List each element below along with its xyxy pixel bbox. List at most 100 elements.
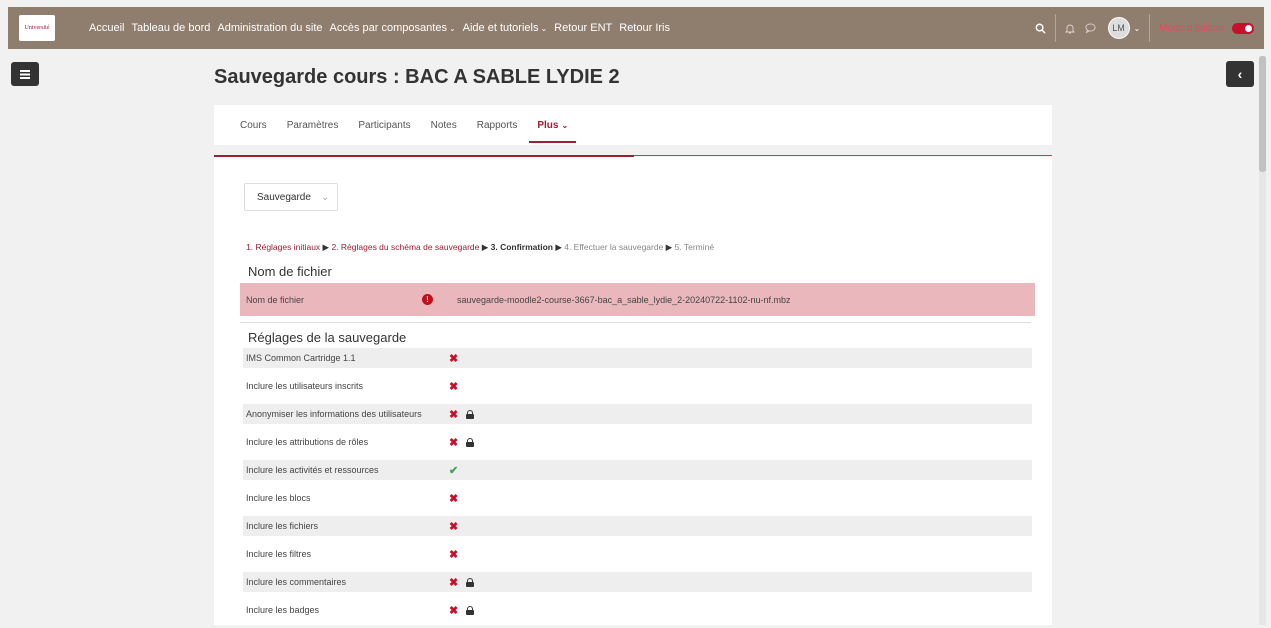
- chevron-down-icon: ⌄: [320, 191, 330, 203]
- setting-row: Inclure les filtres ✖: [243, 544, 1032, 564]
- nav-link[interactable]: Accueil: [89, 22, 124, 34]
- university-logo[interactable]: Université: [19, 15, 55, 41]
- select-value: Sauvegarde: [257, 191, 311, 203]
- nav-link-label: Administration du site: [217, 22, 323, 34]
- setting-value: ✔: [449, 464, 458, 477]
- cross-icon: ✖: [449, 436, 459, 449]
- setting-value: ✖: [449, 520, 458, 533]
- lock-icon: [466, 605, 475, 615]
- nav-link[interactable]: Aide et tutoriels ⌄: [463, 22, 548, 34]
- secondary-nav-tab[interactable]: Notes: [431, 120, 457, 131]
- chevron-down-icon: ⌄: [448, 24, 456, 33]
- scrollbar[interactable]: [1259, 56, 1266, 625]
- setting-label: Anonymiser les informations des utilisat…: [246, 409, 422, 419]
- filename-label: Nom de fichier: [246, 294, 305, 305]
- search-icon[interactable]: [1035, 23, 1046, 34]
- cross-icon: ✖: [449, 520, 459, 533]
- tab-label: Plus: [537, 119, 559, 131]
- setting-row: Inclure les attributions de rôles ✖: [243, 432, 1032, 452]
- nav-link-label: Retour Iris: [619, 22, 670, 34]
- setting-label: IMS Common Cartridge 1.1: [246, 353, 356, 363]
- cross-icon: ✖: [449, 408, 459, 421]
- open-block-drawer-button[interactable]: ‹: [1226, 61, 1254, 87]
- setting-value: ✖: [449, 380, 458, 393]
- chevron-left-icon: ‹: [1237, 66, 1243, 82]
- lock-icon: [466, 577, 475, 587]
- nav-link[interactable]: Accès par composantes ⌄: [330, 22, 456, 34]
- edit-mode-label: Mode d'édition: [1159, 22, 1224, 34]
- step-current: 3. Confirmation: [490, 242, 553, 252]
- setting-row: Inclure les blocs ✖: [243, 488, 1032, 508]
- setting-row: Inclure les activités et ressources ✔: [243, 460, 1032, 480]
- setting-label: Inclure les utilisateurs inscrits: [246, 381, 364, 391]
- nav-link[interactable]: Retour ENT: [554, 22, 612, 34]
- settings-list: IMS Common Cartridge 1.1 ✖ Inclure les uti…: [243, 348, 1032, 628]
- setting-label: Inclure les blocs: [246, 493, 311, 503]
- secondary-nav-tab[interactable]: Participants: [358, 120, 410, 131]
- primary-nav: Accueil Tableau de bord Administration du …: [89, 22, 677, 34]
- setting-value: ✖: [449, 352, 458, 365]
- nav-link-label: Accueil: [89, 22, 125, 34]
- setting-label: Inclure les activités et ressources: [246, 465, 379, 475]
- chevron-down-icon: ⌄: [561, 120, 569, 130]
- settings-legend: Réglages de la sauvegarde: [248, 330, 407, 345]
- step-arrow-icon: ▶: [552, 242, 565, 252]
- secondary-nav-tab[interactable]: Paramètres: [287, 120, 339, 131]
- tab-label: Cours: [240, 119, 267, 131]
- setting-row: Inclure les utilisateurs inscrits ✖: [243, 376, 1032, 396]
- setting-value: ✖: [449, 576, 475, 589]
- nav-link-label: Aide et tutoriels: [462, 22, 539, 34]
- tab-label: Paramètres: [286, 119, 339, 131]
- nav-link[interactable]: Retour Iris: [619, 22, 670, 34]
- nav-link[interactable]: Administration du site: [217, 22, 322, 34]
- navbar-tools: LM ⌄ Mode d'édition: [1035, 7, 1254, 49]
- lock-icon: [466, 409, 475, 419]
- check-icon: ✔: [449, 464, 459, 477]
- lock-icon: [466, 437, 475, 447]
- open-course-index-button[interactable]: [11, 62, 39, 86]
- logo-text: Université: [24, 25, 50, 31]
- divider: [1054, 14, 1056, 42]
- setting-row: Inclure les fichiers ✖: [243, 516, 1032, 536]
- chevron-down-icon[interactable]: ⌄: [1134, 24, 1141, 33]
- secondary-nav-tab[interactable]: Cours: [240, 120, 267, 131]
- secondary-nav-tab[interactable]: Plus ⌄: [529, 119, 576, 143]
- avatar-initials: LM: [1112, 23, 1125, 33]
- chat-icon[interactable]: [1085, 23, 1096, 33]
- step-arrow-icon: ▶: [663, 242, 675, 252]
- nav-link[interactable]: Tableau de bord: [131, 22, 210, 34]
- active-tab-underline: [214, 155, 634, 157]
- tab-label: Participants: [358, 119, 411, 131]
- secondary-nav-tab[interactable]: Rapports: [477, 120, 518, 131]
- scrollbar-thumb[interactable]: [1259, 56, 1266, 172]
- edit-mode-toggle[interactable]: [1232, 22, 1254, 34]
- step-done[interactable]: 2. Réglages du schéma de sauvegarde: [331, 242, 479, 252]
- setting-value: ✖: [449, 492, 458, 505]
- secondary-nav: Cours Paramètres Participants Notes Rapports…: [214, 105, 1052, 145]
- step-todo: 4. Effectuer la sauvegarde: [564, 242, 664, 252]
- setting-value: ✖: [449, 408, 475, 421]
- filename-field[interactable]: sauvegarde-moodle2-course-3667-bac_a_sab…: [457, 295, 791, 305]
- tab-label: Notes: [430, 119, 457, 131]
- setting-label: Inclure les fichiers: [246, 521, 319, 531]
- cross-icon: ✖: [449, 492, 459, 505]
- bell-icon[interactable]: [1064, 23, 1075, 34]
- error-icon: !: [422, 294, 433, 305]
- setting-row: Anonymiser les informations des utilisat…: [243, 404, 1032, 424]
- setting-row: Inclure les commentaires ✖: [243, 572, 1032, 592]
- breadcrumb-steps: 1. Réglages initiaux ▶ 2. Réglages du sc…: [246, 242, 714, 253]
- cross-icon: ✖: [449, 380, 459, 393]
- filename-legend: Nom de fichier: [248, 264, 332, 279]
- step-arrow-icon: ▶: [479, 242, 491, 252]
- nav-link-label: Accès par composantes: [329, 22, 447, 34]
- filename-row: Nom de fichier ! sauvegarde-moodle2-cour…: [240, 283, 1035, 316]
- page-title: Sauvegarde cours : BAC A SABLE LYDIE 2: [214, 66, 620, 88]
- setting-label: Inclure les commentaires: [246, 577, 347, 587]
- step-done[interactable]: 1. Réglages initiaux: [246, 242, 320, 252]
- step-todo: 5. Terminé: [674, 242, 715, 252]
- avatar[interactable]: LM: [1107, 17, 1130, 39]
- backup-action-select[interactable]: Sauvegarde ⌄: [244, 183, 338, 211]
- nav-link-label: Retour ENT: [554, 22, 613, 34]
- setting-label: Inclure les attributions de rôles: [246, 437, 369, 447]
- cross-icon: ✖: [449, 604, 459, 617]
